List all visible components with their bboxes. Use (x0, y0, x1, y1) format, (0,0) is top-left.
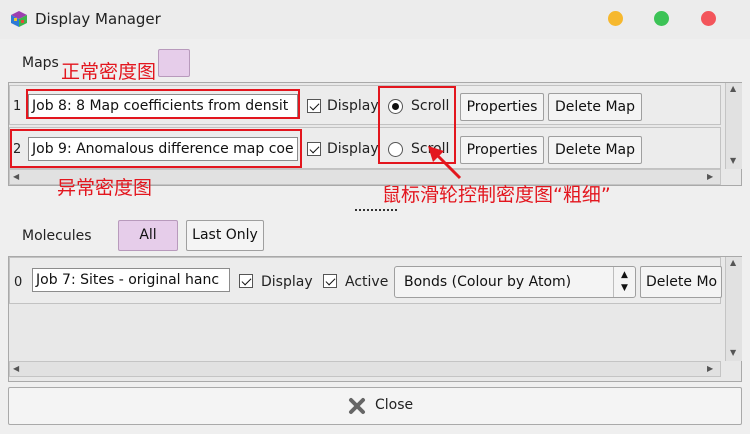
minimize-button[interactable] (608, 11, 623, 26)
scroll-annotation: 鼠标滑轮控制密度图“粗细” (382, 184, 611, 206)
maximize-button[interactable] (654, 11, 669, 26)
scroll-down-arrow-icon[interactable]: ▼ (730, 349, 736, 357)
map-row-index: 1 (13, 99, 22, 114)
molecules-horizontal-scrollbar[interactable]: ◀ ▶ (9, 361, 721, 377)
close-label: Close (375, 397, 414, 413)
scroll-left-arrow-icon[interactable]: ◀ (13, 365, 19, 373)
normal-map-highlight (26, 89, 300, 119)
scroll-up-arrow-icon[interactable]: ▲ (730, 259, 736, 267)
map-display-checkbox[interactable] (307, 99, 321, 113)
bonds-style-value: Bonds (Colour by Atom) (404, 274, 572, 290)
scroll-left-arrow-icon[interactable]: ◀ (13, 173, 19, 181)
select-arrows-icon: ▲ ▼ (613, 267, 635, 297)
maps-label: Maps (22, 55, 59, 71)
molecule-active-label: Active (345, 274, 389, 290)
scroll-right-arrow-icon[interactable]: ▶ (707, 173, 713, 181)
annotation-arrow-icon (428, 146, 462, 180)
scroll-down-arrow-icon[interactable]: ▼ (730, 157, 736, 165)
map-properties-button[interactable]: Properties (460, 93, 544, 121)
window-close-button[interactable] (701, 11, 716, 26)
close-icon (349, 398, 365, 414)
scroll-right-arrow-icon[interactable]: ▶ (707, 365, 713, 373)
molecule-active-checkbox[interactable] (323, 274, 337, 288)
delete-map-button[interactable]: Delete Map (548, 136, 642, 164)
molecule-row: 0 Job 7: Sites - original hanc Display A… (9, 257, 722, 304)
molecules-all-button[interactable]: All (118, 220, 178, 251)
molecule-display-checkbox[interactable] (239, 274, 253, 288)
last-only-button[interactable]: Last Only (186, 220, 264, 251)
normal-map-annotation: 正常密度图 (61, 61, 157, 83)
anomalous-map-highlight (10, 129, 302, 168)
map-display-label: Display (327, 98, 379, 114)
app-icon (11, 11, 27, 27)
map-properties-button[interactable]: Properties (460, 136, 544, 164)
window-title: Display Manager (35, 10, 161, 28)
molecule-display-label: Display (261, 274, 313, 290)
molecules-label: Molecules (22, 228, 92, 244)
splitter-handle[interactable] (355, 209, 397, 213)
title-bar: Display Manager (0, 0, 750, 39)
map-display-checkbox[interactable] (307, 142, 321, 156)
molecules-panel: 0 Job 7: Sites - original hanc Display A… (8, 256, 742, 382)
bonds-style-select[interactable]: Bonds (Colour by Atom) ▲ ▼ (394, 266, 636, 298)
maps-vertical-scrollbar[interactable]: ▲ ▼ (725, 83, 742, 169)
anomalous-map-annotation: 异常密度图 (57, 177, 153, 199)
map-display-label: Display (327, 141, 379, 157)
scroll-up-arrow-icon[interactable]: ▲ (730, 85, 736, 93)
molecule-name-field[interactable]: Job 7: Sites - original hanc (32, 268, 230, 292)
delete-map-button[interactable]: Delete Map (548, 93, 642, 121)
molecules-vertical-scrollbar[interactable]: ▲ ▼ (725, 257, 742, 361)
maps-all-button[interactable] (158, 49, 190, 77)
close-button[interactable]: Close (8, 387, 742, 425)
molecule-row-index: 0 (14, 275, 23, 290)
delete-molecule-button[interactable]: Delete Mo (640, 266, 722, 298)
